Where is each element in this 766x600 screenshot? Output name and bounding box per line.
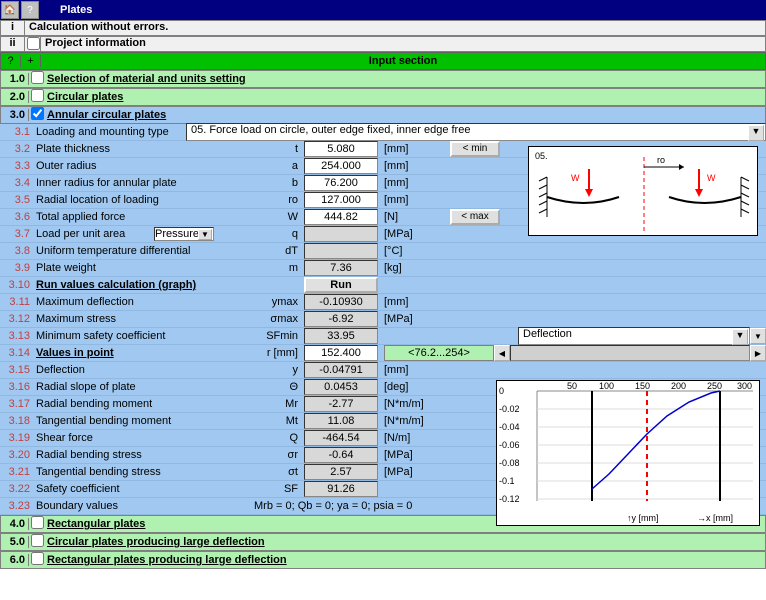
range-right-arrow[interactable]: ▶ xyxy=(750,345,766,361)
svg-text:W: W xyxy=(707,173,716,183)
section-title: Input section xyxy=(41,55,765,67)
svg-text:250: 250 xyxy=(707,381,722,391)
svg-text:↑y [mm]: ↑y [mm] xyxy=(627,513,659,523)
project-info-checkbox[interactable] xyxy=(27,37,40,50)
chart-type-select[interactable]: Deflection xyxy=(518,327,750,345)
deflection-chart: 0 -0.02 -0.04 -0.06 -0.08 -0.1 -0.12 50 1… xyxy=(496,380,760,526)
outer-radius-input[interactable]: 254.000 xyxy=(304,158,378,174)
svg-text:50: 50 xyxy=(567,381,577,391)
svg-text:ro: ro xyxy=(657,155,665,165)
total-force-input[interactable]: 444.82 xyxy=(304,209,378,225)
section-help[interactable]: ? xyxy=(1,55,21,67)
svg-text:-0.12: -0.12 xyxy=(499,494,520,504)
run-button[interactable]: Run xyxy=(304,277,378,293)
group-2-header[interactable]: 2.0 Circular plates xyxy=(0,88,766,106)
pressure-select[interactable]: Pressure xyxy=(154,227,214,241)
titlebar: 🏠 ? Plates xyxy=(0,0,766,20)
inner-radius-input[interactable]: 76.200 xyxy=(304,175,378,191)
plate-weight-value: 7.36 xyxy=(304,260,378,276)
boundary-values: Mrb = 0; Qb = 0; ya = 0; psia = 0 xyxy=(214,500,412,512)
status-row-ii: ii Project information xyxy=(0,36,766,52)
svg-text:→x [mm]: →x [mm] xyxy=(697,513,733,523)
group-1-header[interactable]: 1.0 Selection of material and units sett… xyxy=(0,70,766,88)
group-6-header[interactable]: 6.0 Rectangular plates producing large d… xyxy=(0,551,766,569)
radial-location-input[interactable]: 127.000 xyxy=(304,192,378,208)
mounting-diagram: 05. ro xyxy=(528,146,758,236)
group-5-header[interactable]: 5.0 Circular plates producing large defl… xyxy=(0,533,766,551)
grp1-checkbox[interactable] xyxy=(31,71,44,84)
grp2-checkbox[interactable] xyxy=(31,89,44,102)
help-icon[interactable]: ? xyxy=(21,1,39,19)
app-icon[interactable]: 🏠 xyxy=(1,1,19,19)
grp4-checkbox[interactable] xyxy=(31,516,44,529)
grp3-checkbox[interactable] xyxy=(31,107,44,120)
svg-text:-0.1: -0.1 xyxy=(499,476,515,486)
load-area-value xyxy=(304,226,378,242)
status-num: i xyxy=(1,21,25,35)
range-left-arrow[interactable]: ◀ xyxy=(494,345,510,361)
status-text: Calculation without errors. xyxy=(25,21,765,35)
svg-text:100: 100 xyxy=(599,381,614,391)
status-num: ii xyxy=(1,37,25,51)
svg-text:-0.06: -0.06 xyxy=(499,440,520,450)
svg-text:-0.04: -0.04 xyxy=(499,422,520,432)
loading-type-select[interactable]: 05. Force load on circle, outer edge fix… xyxy=(186,123,766,141)
svg-text:200: 200 xyxy=(671,381,686,391)
svg-text:-0.08: -0.08 xyxy=(499,458,520,468)
section-expand[interactable]: + xyxy=(21,55,41,67)
max-button[interactable]: < max xyxy=(450,209,500,225)
svg-text:-0.02: -0.02 xyxy=(499,404,520,414)
svg-text:W: W xyxy=(571,173,580,183)
range-display: <76.2...254> xyxy=(384,345,494,361)
values-point-input[interactable]: 152.400 xyxy=(304,345,378,361)
svg-text:150: 150 xyxy=(635,381,650,391)
temp-diff-value xyxy=(304,243,378,259)
grp6-checkbox[interactable] xyxy=(31,552,44,565)
svg-text:0: 0 xyxy=(499,386,504,396)
group-3-body: 05. ro xyxy=(0,124,766,515)
group-3-header[interactable]: 3.0 Annular circular plates xyxy=(0,106,766,124)
row-loading-type: 3.1 Loading and mounting type 05. Force … xyxy=(0,124,766,141)
chart-select-arrow[interactable]: ▼ xyxy=(750,328,766,344)
diagram-caption: 05. xyxy=(535,151,548,161)
window-title: Plates xyxy=(60,4,92,16)
svg-text:300: 300 xyxy=(737,381,752,391)
min-button[interactable]: < min xyxy=(450,141,500,157)
status-text: Project information xyxy=(41,37,765,51)
input-section-header: ? + Input section xyxy=(0,52,766,70)
plate-thickness-input[interactable]: 5.080 xyxy=(304,141,378,157)
status-row-i: i Calculation without errors. xyxy=(0,20,766,36)
grp5-checkbox[interactable] xyxy=(31,534,44,547)
